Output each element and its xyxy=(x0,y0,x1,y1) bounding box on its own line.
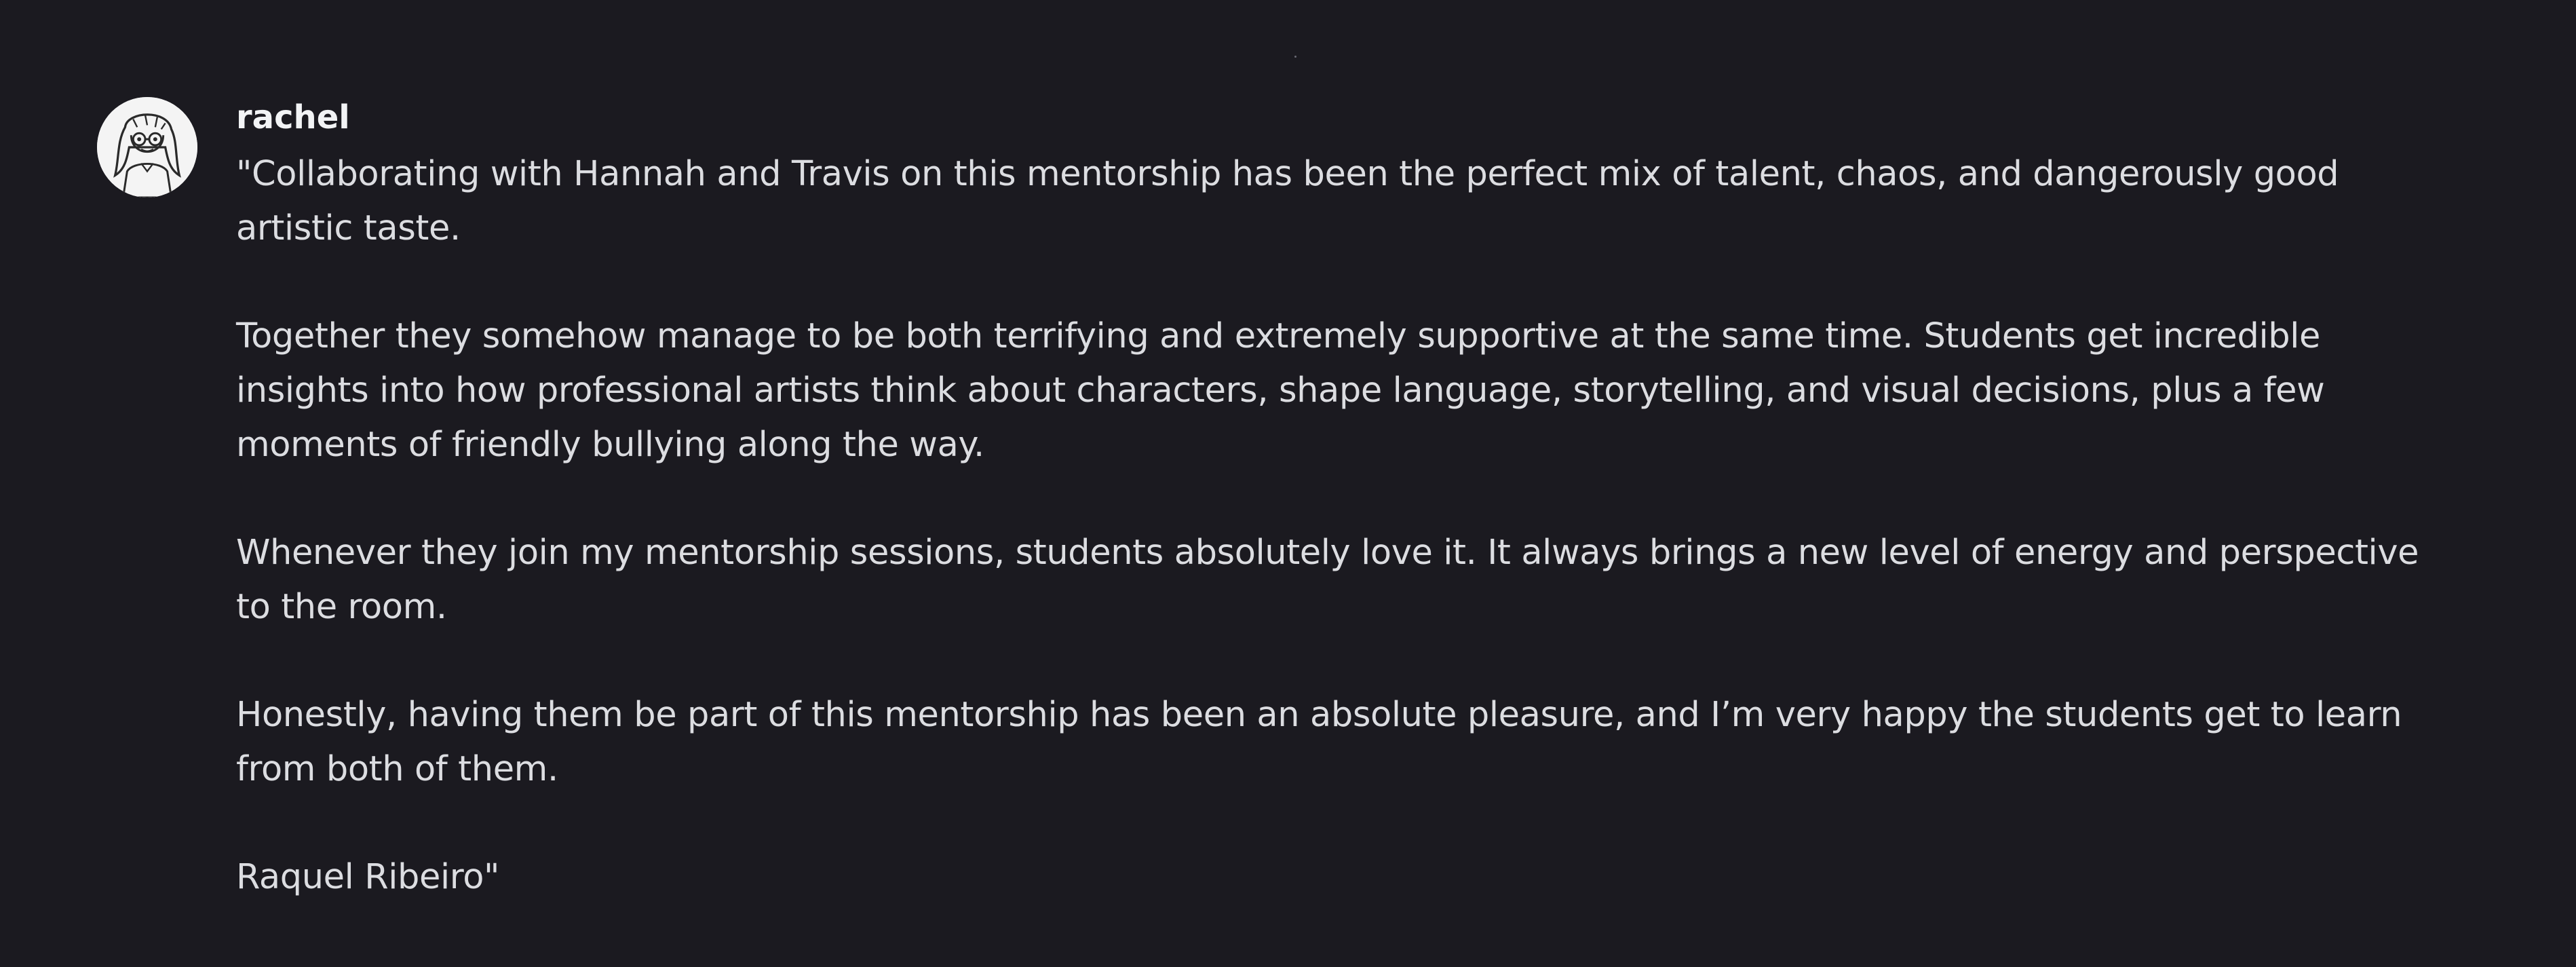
message-paragraph: Raquel Ribeiro" xyxy=(236,857,500,897)
message-content: "Collaborating with Hannah and Travis on… xyxy=(236,147,2441,905)
divider-dot xyxy=(1294,56,1296,58)
username[interactable]: rachel xyxy=(236,95,350,140)
message-paragraph: "Collaborating with Hannah and Travis on… xyxy=(236,154,2350,248)
sketched-girl-avatar-icon xyxy=(97,97,197,197)
message-paragraph: Honestly, having them be part of this me… xyxy=(236,695,2412,789)
chat-message: rachel "Collaborating with Hannah and Tr… xyxy=(0,0,2576,967)
avatar[interactable] xyxy=(97,97,197,197)
message-paragraph: Whenever they join my mentorship session… xyxy=(236,533,2429,627)
message-paragraph: Together they somehow manage to be both … xyxy=(236,316,2336,465)
